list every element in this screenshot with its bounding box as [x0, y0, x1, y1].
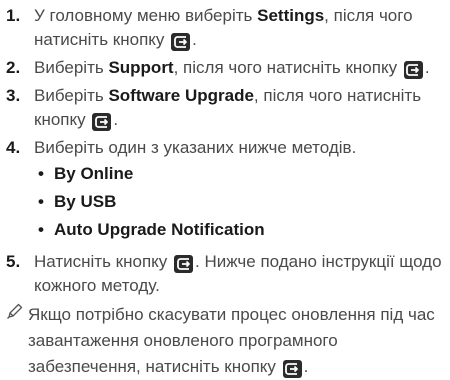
method-item-auto-upgrade: • Auto Upgrade Notification [38, 218, 442, 242]
step-5: 5. Натисніть кнопку . Нижче подано інстр… [6, 250, 450, 298]
step-number: 4. [6, 138, 21, 157]
period: . [113, 110, 119, 129]
method-label: Auto Upgrade Notification [54, 220, 265, 239]
step-text: Виберіть один з указаних нижче методів. … [34, 136, 450, 246]
enter-button-icon [92, 113, 112, 131]
step-text: Натисніть кнопку . Нижче подано інструкц… [34, 250, 450, 298]
method-item-online: • By Online [38, 162, 442, 186]
menu-keyword-support: Support [108, 58, 174, 77]
menu-keyword-settings: Settings [257, 6, 325, 25]
step-number: 2. [6, 58, 21, 77]
menu-keyword-software-upgrade: Software Upgrade [108, 86, 254, 105]
enter-button-icon [403, 61, 423, 79]
method-label: By Online [54, 164, 134, 183]
step-2: 2. Виберіть Support, після чого натисніт… [6, 56, 450, 80]
step-3: 3. Виберіть Software Upgrade, після чого… [6, 84, 450, 132]
enter-button-icon [171, 33, 191, 51]
step-number: 5. [6, 252, 21, 271]
enter-button-icon [282, 360, 302, 378]
method-label: By USB [54, 192, 117, 211]
enter-button-icon [174, 255, 194, 273]
method-item-usb: • By USB [38, 190, 442, 214]
bullet: • [38, 220, 44, 239]
step-text-part: Виберіть один з указаних нижче методів. [34, 138, 357, 157]
step-1: 1. У головному меню виберіть Settings, п… [6, 4, 450, 52]
step-number: 1. [6, 6, 21, 25]
note-text-part: . [303, 357, 309, 376]
step-text-part: У головному меню виберіть [34, 6, 258, 25]
period: . [424, 58, 430, 77]
period: . [192, 30, 197, 49]
step-text: У головному меню виберіть Settings, післ… [34, 4, 450, 52]
pencil-note-icon [6, 302, 28, 328]
step-text-part: Натисніть кнопку [34, 252, 173, 271]
instruction-page: 1. У головному меню виберіть Settings, п… [0, 0, 450, 378]
note-text-part: Якщо потрібно скасувати процес оновлення… [28, 305, 435, 376]
step-number: 3. [6, 86, 21, 105]
note-text: Якщо потрібно скасувати процес оновлення… [28, 302, 450, 380]
note: Якщо потрібно скасувати процес оновлення… [6, 302, 450, 380]
step-text: Виберіть Support, після чого натисніть к… [34, 56, 450, 80]
bullet: • [38, 192, 44, 211]
step-text-part: Виберіть [34, 58, 109, 77]
step-text-part: Виберіть [34, 86, 109, 105]
step-text-part: , після чого натисніть кнопку [173, 58, 402, 77]
step-text: Виберіть Software Upgrade, після чого на… [34, 84, 450, 132]
bullet: • [38, 164, 44, 183]
step-4: 4. Виберіть один з указаних нижче методі… [6, 136, 450, 246]
method-list: • By Online • By USB • Auto Upgrade Notific… [34, 162, 442, 242]
